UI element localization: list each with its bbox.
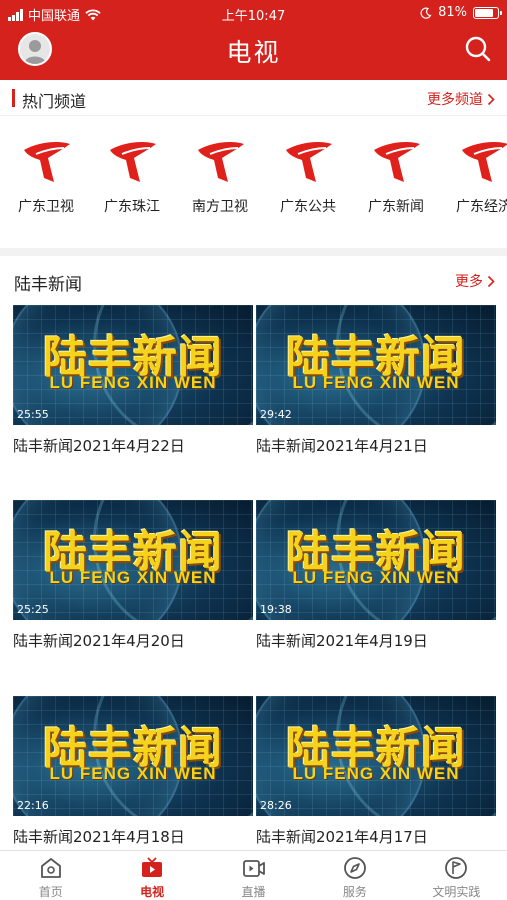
news-title[interactable]: 陆丰新闻2021年4月20日 <box>13 630 253 651</box>
flag-badge-icon <box>445 857 468 879</box>
video-duration: 28:26 <box>260 799 292 812</box>
compass-icon <box>344 857 366 879</box>
gdtv-logo-icon <box>198 142 244 182</box>
video-duration: 25:25 <box>17 603 49 616</box>
news-card[interactable]: 陆丰新闻 LU FENG XIN WEN 22:16 陆丰新闻2021年4月18… <box>13 696 253 847</box>
top-bar: 中国联通 上午10:47 81% 电视 <box>0 0 507 80</box>
thumbnail-title-en: LU FENG XIN WEN <box>292 373 460 392</box>
thumbnail-title-en: LU FENG XIN WEN <box>292 764 460 783</box>
tab-label: 首页 <box>38 885 63 899</box>
video-thumbnail[interactable]: 陆丰新闻 LU FENG XIN WEN 29:42 <box>256 305 496 425</box>
video-thumbnail[interactable]: 陆丰新闻 LU FENG XIN WEN 22:16 <box>13 696 253 816</box>
thumbnail-title-en: LU FENG XIN WEN <box>49 568 217 587</box>
news-card[interactable]: 陆丰新闻 LU FENG XIN WEN 25:25 陆丰新闻2021年4月20… <box>13 500 253 651</box>
tab-civilization-practice[interactable]: 文明实践 <box>406 851 507 900</box>
tab-label: 服务 <box>342 885 367 899</box>
video-duration: 29:42 <box>260 408 292 421</box>
lufeng-news-section: 陆丰新闻 更多 陆丰新闻 LU FENG XIN WEN 25:55 陆丰新闻2… <box>0 256 507 850</box>
gdtv-logo-icon <box>286 142 332 182</box>
news-section-title: 陆丰新闻 <box>14 275 82 295</box>
more-news-link[interactable]: 更多 <box>455 271 495 291</box>
hot-channels-section: 热门频道 更多频道 广东卫视 广东珠江 南方卫视 广东公共 广东新闻 广东经济 <box>0 80 507 248</box>
channel-item[interactable]: 广东新闻 <box>354 130 438 216</box>
tv-icon <box>142 857 163 877</box>
video-thumbnail[interactable]: 陆丰新闻 LU FENG XIN WEN 25:55 <box>13 305 253 425</box>
hot-channels-header: 热门频道 更多频道 <box>0 80 507 116</box>
channel-item[interactable]: 广东卫视 <box>4 130 88 216</box>
battery-level <box>475 8 493 17</box>
tab-label: 文明实践 <box>432 885 481 899</box>
channel-name: 广东经济 <box>456 199 507 215</box>
gdtv-logo-icon <box>462 142 507 182</box>
news-card[interactable]: 陆丰新闻 LU FENG XIN WEN 28:26 陆丰新闻2021年4月17… <box>256 696 496 847</box>
video-thumbnail[interactable]: 陆丰新闻 LU FENG XIN WEN 28:26 <box>256 696 496 816</box>
moon-icon <box>420 7 432 19</box>
more-channels-label: 更多频道 <box>427 92 483 108</box>
gdtv-logo-icon <box>24 142 70 182</box>
gdtv-logo-icon <box>110 142 156 182</box>
video-thumbnail[interactable]: 陆丰新闻 LU FENG XIN WEN 25:25 <box>13 500 253 620</box>
news-title[interactable]: 陆丰新闻2021年4月18日 <box>13 826 253 847</box>
battery-percent: 81% <box>438 5 467 20</box>
channel-name: 广东珠江 <box>104 199 160 215</box>
hot-channels-title: 热门频道 <box>22 92 87 111</box>
news-title[interactable]: 陆丰新闻2021年4月22日 <box>13 435 253 456</box>
home-icon <box>40 858 61 878</box>
channel-item[interactable]: 广东珠江 <box>90 130 174 216</box>
channel-list: 广东卫视 广东珠江 南方卫视 广东公共 广东新闻 广东经济 <box>0 130 507 230</box>
tab-tv[interactable]: 电视 <box>101 851 202 900</box>
bottom-tab-bar: 首页 电视 直播 服务 文明实践 <box>0 850 507 900</box>
channel-name: 广东卫视 <box>18 199 74 215</box>
tab-services[interactable]: 服务 <box>304 851 405 900</box>
video-duration: 25:55 <box>17 408 49 421</box>
tab-live[interactable]: 直播 <box>203 851 304 900</box>
chevron-right-icon <box>487 275 495 287</box>
tab-label: 电视 <box>140 885 165 899</box>
status-bar: 中国联通 上午10:47 81% <box>0 0 507 28</box>
thumbnail-title-en: LU FENG XIN WEN <box>49 373 217 392</box>
channel-item[interactable]: 广东经济 <box>442 130 507 216</box>
battery-icon <box>473 6 502 19</box>
chevron-right-icon <box>487 93 495 105</box>
news-title[interactable]: 陆丰新闻2021年4月19日 <box>256 630 496 651</box>
channel-item[interactable]: 广东公共 <box>266 130 350 216</box>
video-thumbnail[interactable]: 陆丰新闻 LU FENG XIN WEN 19:38 <box>256 500 496 620</box>
page-title: 电视 <box>226 38 281 67</box>
channel-name: 南方卫视 <box>192 199 248 215</box>
news-title[interactable]: 陆丰新闻2021年4月21日 <box>256 435 496 456</box>
channel-name: 广东公共 <box>280 199 336 215</box>
more-news-label: 更多 <box>455 274 483 290</box>
news-card[interactable]: 陆丰新闻 LU FENG XIN WEN 19:38 陆丰新闻2021年4月19… <box>256 500 496 651</box>
channel-name: 广东新闻 <box>368 199 424 215</box>
status-right: 81% <box>420 5 502 20</box>
live-video-icon <box>242 860 265 877</box>
section-accent-bar <box>12 89 15 107</box>
news-card[interactable]: 陆丰新闻 LU FENG XIN WEN 29:42 陆丰新闻2021年4月21… <box>256 305 496 456</box>
gdtv-logo-icon <box>374 142 420 182</box>
thumbnail-title-en: LU FENG XIN WEN <box>292 568 460 587</box>
tab-label: 直播 <box>241 885 266 899</box>
thumbnail-title-en: LU FENG XIN WEN <box>49 764 217 783</box>
more-channels-link[interactable]: 更多频道 <box>427 89 495 109</box>
search-icon[interactable] <box>463 34 493 64</box>
channel-item[interactable]: 南方卫视 <box>178 130 262 216</box>
video-duration: 22:16 <box>17 799 49 812</box>
news-title[interactable]: 陆丰新闻2021年4月17日 <box>256 826 496 847</box>
video-duration: 19:38 <box>260 603 292 616</box>
news-card[interactable]: 陆丰新闻 LU FENG XIN WEN 25:55 陆丰新闻2021年4月22… <box>13 305 253 456</box>
tab-home[interactable]: 首页 <box>0 851 101 900</box>
